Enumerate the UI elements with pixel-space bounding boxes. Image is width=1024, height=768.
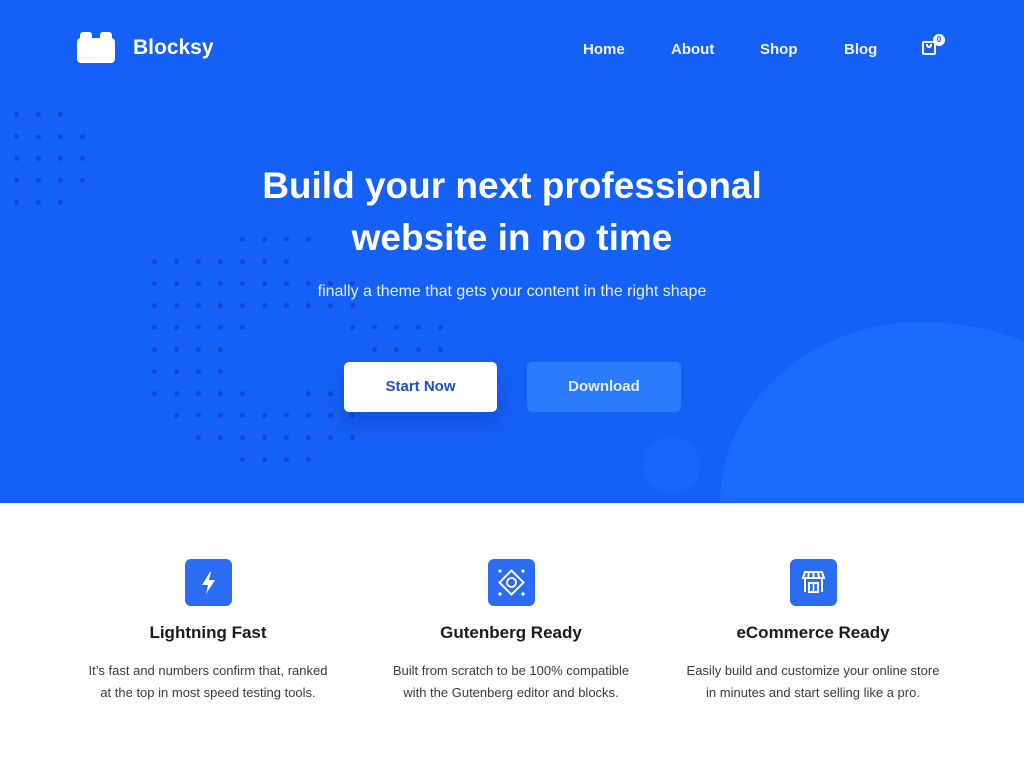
start-now-button[interactable]: Start Now (344, 362, 497, 412)
pattern-dot (350, 413, 355, 418)
pattern-dot (174, 303, 179, 308)
pattern-dot (14, 112, 19, 117)
pattern-dot (328, 435, 333, 440)
pattern-dot (328, 303, 333, 308)
site-header: Blocksy Home About Shop Blog 0 (0, 0, 1024, 96)
pattern-dot (196, 391, 201, 396)
pattern-dot (372, 325, 377, 330)
features-section: Lightning Fast It’s fast and numbers con… (0, 503, 1024, 768)
pattern-dot (306, 435, 311, 440)
pattern-dot (306, 413, 311, 418)
pattern-dot (416, 347, 421, 352)
hero-title-line-1: Build your next professional (262, 165, 762, 206)
pattern-dot (218, 435, 223, 440)
pattern-dot (196, 325, 201, 330)
pattern-dot (14, 134, 19, 139)
pattern-dot (36, 134, 41, 139)
pattern-dot (58, 112, 63, 117)
download-button[interactable]: Download (527, 362, 681, 412)
cart-count-badge: 0 (933, 34, 945, 46)
hero-title: Build your next professional website in … (0, 160, 1024, 264)
pattern-dot (350, 325, 355, 330)
pattern-dot (218, 369, 223, 374)
feature-description: It’s fast and numbers confirm that, rank… (88, 663, 328, 700)
storefront-icon (790, 559, 837, 606)
pattern-dot (438, 347, 443, 352)
hero-section: Blocksy Home About Shop Blog 0 Build you… (0, 0, 1024, 503)
pattern-dot (240, 457, 245, 462)
pattern-dot (328, 413, 333, 418)
pattern-dot (58, 134, 63, 139)
pattern-dot (284, 457, 289, 462)
pattern-dot (240, 413, 245, 418)
pattern-dot (196, 369, 201, 374)
pattern-dot (284, 413, 289, 418)
pattern-dot (196, 303, 201, 308)
pattern-dot (306, 391, 311, 396)
pattern-dot (174, 347, 179, 352)
lightning-icon (185, 559, 232, 606)
nav-about[interactable]: About (671, 41, 714, 58)
pattern-dot (240, 435, 245, 440)
pattern-dot (350, 435, 355, 440)
pattern-dot (218, 391, 223, 396)
pattern-dot (262, 457, 267, 462)
feature-description: Built from scratch to be 100% compatible… (392, 663, 630, 700)
pattern-dot (174, 391, 179, 396)
pattern-dot (152, 325, 157, 330)
pattern-dot (306, 303, 311, 308)
nav-home[interactable]: Home (583, 41, 625, 58)
pattern-dot (240, 303, 245, 308)
pattern-dot (152, 369, 157, 374)
pattern-dot (218, 413, 223, 418)
pattern-dot (152, 391, 157, 396)
feature-title: eCommerce Ready (736, 623, 890, 642)
pattern-dot (196, 347, 201, 352)
pattern-dot (328, 391, 333, 396)
pattern-dot (284, 435, 289, 440)
feature-title: Lightning Fast (149, 623, 267, 642)
pattern-dot (174, 369, 179, 374)
pattern-dot (240, 391, 245, 396)
pattern-dot (394, 325, 399, 330)
hero-subtitle: finally a theme that gets your content i… (317, 283, 707, 300)
pattern-dot (416, 325, 421, 330)
pattern-dot (80, 134, 85, 139)
pattern-dot (262, 413, 267, 418)
background-circle (643, 437, 700, 494)
pattern-dot (218, 303, 223, 308)
nav-shop[interactable]: Shop (760, 41, 798, 58)
pattern-dot (218, 347, 223, 352)
background-blob (720, 322, 1024, 503)
cart-button[interactable]: 0 (922, 34, 945, 57)
site-title[interactable]: Blocksy (133, 36, 214, 60)
pattern-dot (284, 303, 289, 308)
pattern-dot (152, 303, 157, 308)
pattern-dot (438, 325, 443, 330)
pattern-dot (394, 347, 399, 352)
pattern-dot (218, 325, 223, 330)
pattern-dot (262, 303, 267, 308)
pattern-dot (174, 413, 179, 418)
pattern-dot (372, 347, 377, 352)
pattern-dot (240, 325, 245, 330)
pattern-dot (196, 413, 201, 418)
pattern-dot (306, 457, 311, 462)
pattern-dot (36, 112, 41, 117)
gutenberg-icon (488, 559, 535, 606)
pattern-dot (350, 303, 355, 308)
pattern-dot (152, 347, 157, 352)
logo-icon[interactable] (77, 32, 115, 64)
pattern-dot (262, 435, 267, 440)
nav-blog[interactable]: Blog (844, 41, 877, 58)
pattern-dot (174, 325, 179, 330)
feature-description: Easily build and customize your online s… (686, 663, 940, 700)
hero-title-line-2: website in no time (351, 217, 673, 258)
pattern-dot (196, 435, 201, 440)
feature-title: Gutenberg Ready (440, 623, 582, 642)
